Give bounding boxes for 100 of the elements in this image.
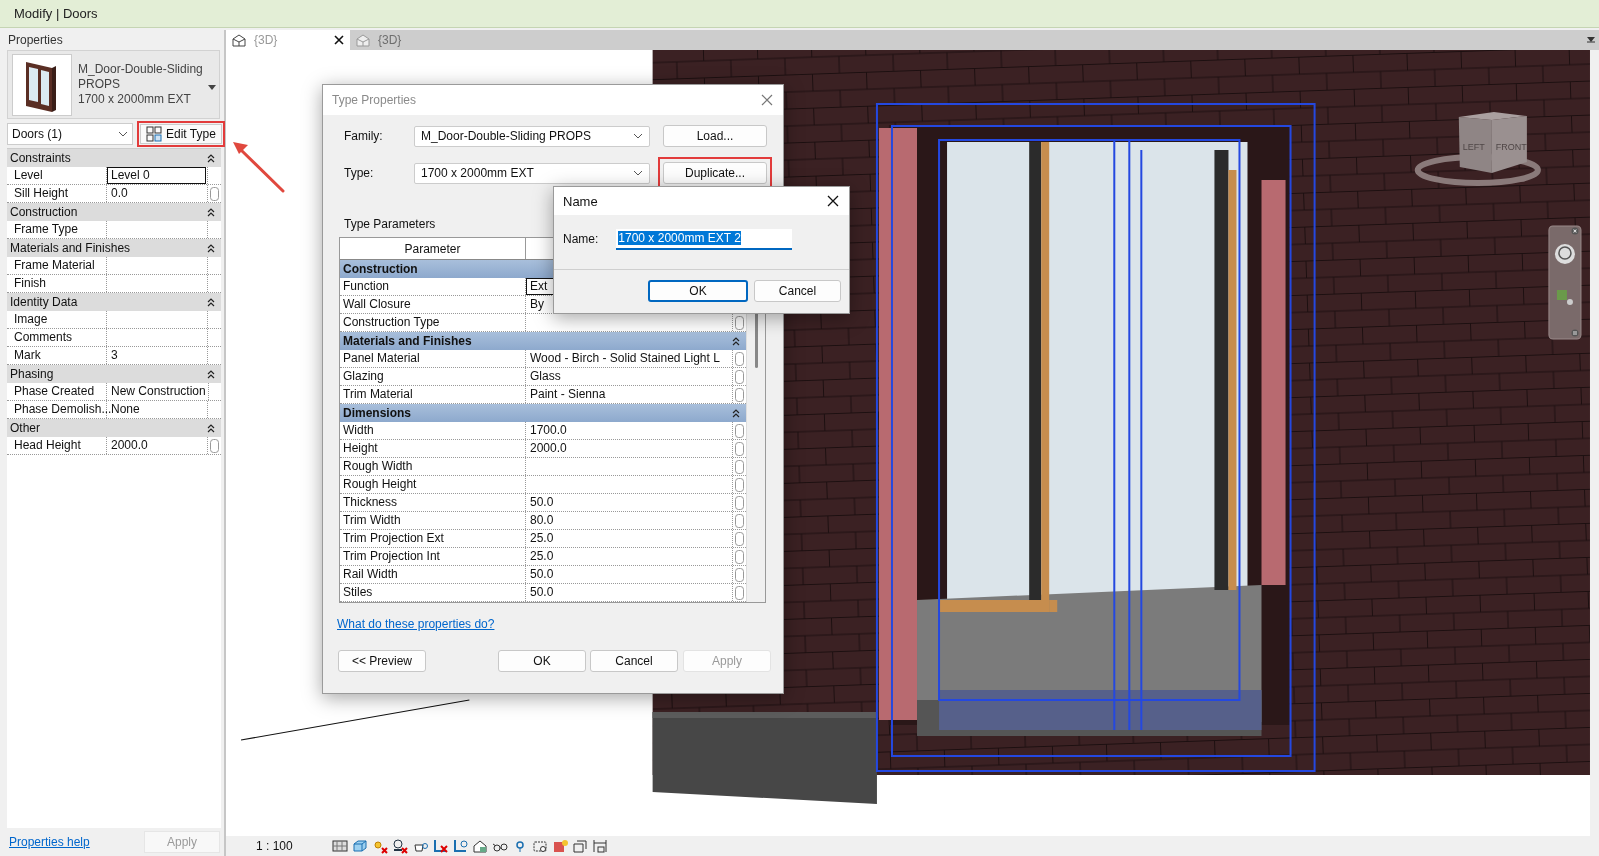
collapse-chevron-icon[interactable]: [207, 207, 215, 217]
parameter-link-button[interactable]: [735, 513, 744, 528]
close-icon[interactable]: [827, 195, 839, 207]
edit-type-icon: [146, 126, 162, 142]
section-label: Type Parameters: [344, 217, 436, 231]
property-value-field[interactable]: 2000.0: [107, 437, 206, 454]
dialog-button[interactable]: << Preview: [338, 650, 426, 672]
property-value-field[interactable]: 3: [107, 347, 206, 364]
element-filter-dropdown[interactable]: Doors (1): [7, 123, 133, 145]
property-label: Function: [340, 278, 526, 295]
property-label: Height: [340, 440, 526, 457]
collapse-chevron-icon[interactable]: [732, 336, 740, 346]
property-value-field[interactable]: 80.0: [526, 512, 731, 529]
property-label: Panel Material: [340, 350, 526, 367]
property-value-field[interactable]: 50.0: [526, 584, 731, 601]
property-label: Sill Height: [7, 185, 107, 202]
steering-wheel-icon[interactable]: [1554, 244, 1575, 264]
property-label: Head Height: [7, 437, 107, 454]
dialog-button[interactable]: OK: [648, 280, 748, 302]
panel-title: Properties: [7, 32, 64, 49]
family-name: M_Door-Double-Sliding PROPS: [78, 62, 204, 92]
property-label: Trim Projection Ext: [340, 530, 526, 547]
lock-view-icon[interactable]: [472, 838, 488, 854]
field-label: Name:: [563, 232, 599, 246]
parameter-link-button[interactable]: [735, 459, 744, 474]
parameter-link-button[interactable]: [735, 531, 744, 546]
visual-style-icon[interactable]: [352, 838, 368, 854]
group-title: Materials and Finishes: [10, 241, 131, 255]
view-scale[interactable]: 1 : 100: [256, 839, 312, 853]
property-value-field[interactable]: Wood - Birch - Solid Stained Light L: [526, 350, 731, 367]
menu-icon[interactable]: [1571, 329, 1579, 337]
property-value-field[interactable]: 2000.0: [526, 440, 731, 457]
property-value-field[interactable]: 25.0: [526, 548, 731, 565]
dialog-button[interactable]: Duplicate...: [663, 162, 767, 184]
tab-list-icon[interactable]: [1587, 37, 1595, 43]
group-title: Materials and Finishes: [343, 334, 472, 348]
parameter-link-button[interactable]: [735, 315, 744, 330]
property-value-field[interactable]: 1700.0: [526, 422, 731, 439]
edit-type-button[interactable]: Edit Type: [140, 124, 222, 144]
camera-icon[interactable]: [532, 838, 548, 854]
parameter-link-button[interactable]: [735, 369, 744, 384]
property-value-field[interactable]: 50.0: [526, 566, 731, 583]
door-thumbnail: [12, 53, 72, 116]
field-label: Type:: [344, 166, 375, 180]
property-label: Finish: [7, 275, 107, 292]
parameter-link-button[interactable]: [210, 438, 219, 453]
parameter-link-button[interactable]: [735, 351, 744, 366]
dialog-button[interactable]: Cancel: [754, 280, 841, 302]
property-label: Trim Width: [340, 512, 526, 529]
parameter-link-button[interactable]: [735, 585, 744, 600]
property-value-field[interactable]: Level 0: [107, 167, 206, 184]
constraints-icon[interactable]: [592, 838, 608, 854]
detail-level-icon[interactable]: [332, 838, 348, 854]
shadows-icon[interactable]: [392, 838, 408, 854]
property-value-field[interactable]: 0.0: [107, 185, 206, 202]
crop-view-icon[interactable]: [432, 838, 448, 854]
box-stack-icon[interactable]: [572, 838, 588, 854]
parameter-link-button[interactable]: [735, 441, 744, 456]
parameter-link-button[interactable]: [735, 387, 744, 402]
group-title: Constraints: [10, 151, 71, 165]
group-title: Dimensions: [343, 406, 411, 420]
parameter-link-button[interactable]: [735, 495, 744, 510]
zoom-icon[interactable]: [1556, 290, 1573, 305]
dialog-button[interactable]: Cancel: [590, 650, 678, 672]
property-value-field[interactable]: New Construction: [107, 383, 207, 400]
property-label: Rail Width: [340, 566, 526, 583]
collapse-chevron-icon[interactable]: [207, 153, 215, 163]
property-value-field[interactable]: 50.0: [526, 494, 731, 511]
collapse-chevron-icon[interactable]: [207, 243, 215, 253]
context-tab-title: Modify | Doors: [14, 6, 98, 21]
property-value-field[interactable]: 25.0: [526, 530, 731, 547]
property-label: Trim Material: [340, 386, 526, 403]
type-selector[interactable]: M_Door-Double-Sliding PROPS 1700 x 2000mm EXT: [7, 50, 220, 119]
family-dropdown[interactable]: M_Door-Double-Sliding PROPS: [414, 125, 650, 147]
name-input-field[interactable]: 1700 x 2000mm EXT 2: [616, 228, 793, 250]
crop-region-icon[interactable]: [452, 838, 468, 854]
property-label: Construction Type: [340, 314, 526, 331]
property-label: Mark: [7, 347, 107, 364]
dialog-button[interactable]: Load...: [663, 125, 767, 147]
property-value-field[interactable]: Paint - Sienna: [526, 386, 731, 403]
property-label: Phase Created: [7, 383, 107, 400]
collapse-chevron-icon[interactable]: [207, 423, 215, 433]
parameter-link-button[interactable]: [735, 567, 744, 582]
sun-path-icon[interactable]: [372, 838, 388, 854]
collapse-chevron-icon[interactable]: [207, 297, 215, 307]
parameter-link-button[interactable]: [735, 549, 744, 564]
help-link[interactable]: What do these properties do?: [337, 617, 495, 631]
properties-help-link[interactable]: Properties help: [9, 835, 90, 849]
parameter-link-button[interactable]: [735, 477, 744, 492]
property-label: Frame Type: [7, 221, 107, 238]
column-header: Parameter: [340, 238, 526, 259]
collapse-chevron-icon[interactable]: [732, 408, 740, 418]
parameter-link-button[interactable]: [210, 186, 219, 201]
parameter-link-button[interactable]: [735, 423, 744, 438]
dialog-button[interactable]: OK: [498, 650, 586, 672]
collapse-chevron-icon[interactable]: [207, 369, 215, 379]
highlight-display-icon[interactable]: [552, 838, 568, 854]
close-icon[interactable]: [334, 35, 344, 45]
property-value-field[interactable]: Glass: [526, 368, 731, 385]
type-dropdown[interactable]: 1700 x 2000mm EXT: [414, 162, 650, 184]
